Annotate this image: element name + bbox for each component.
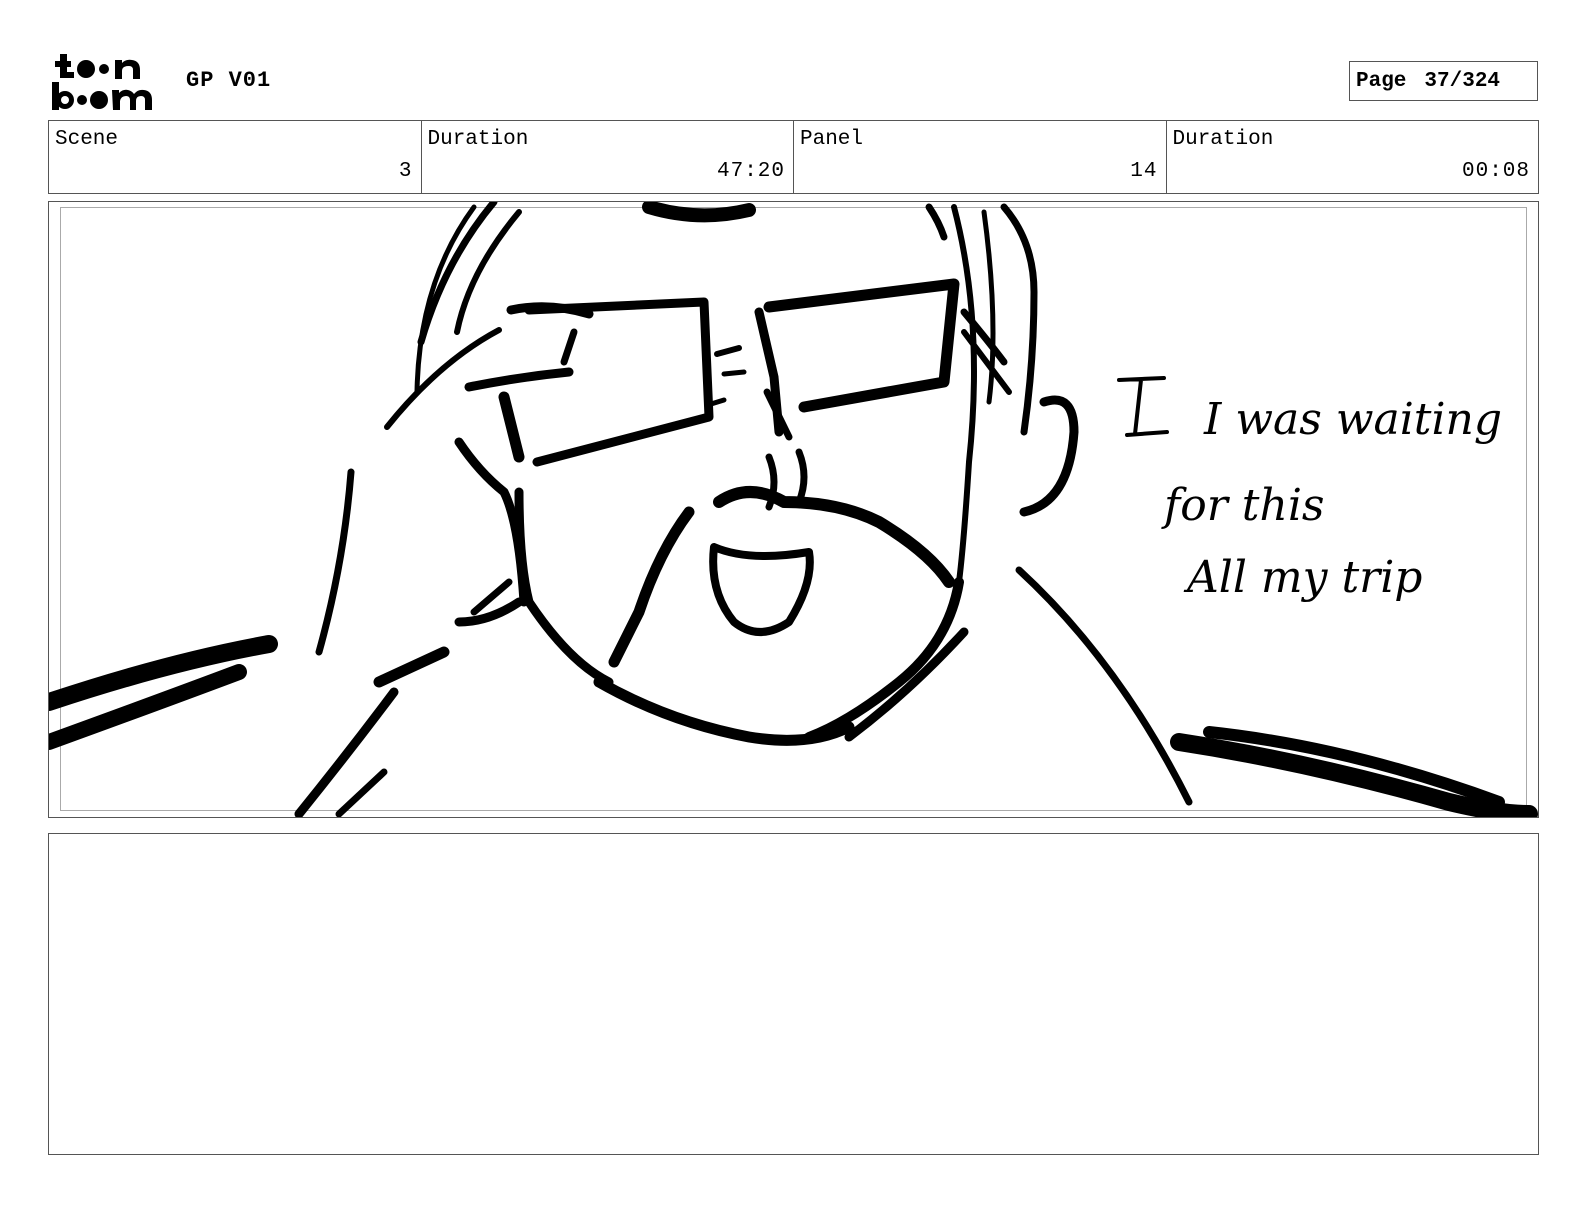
panel-value: 14	[1130, 160, 1158, 183]
scene-duration-cell: Duration 47:20	[422, 121, 794, 193]
page-label: Page	[1356, 69, 1407, 93]
scene-cell: Scene 3	[49, 121, 422, 193]
page-indicator: Page 37/324	[1349, 61, 1538, 101]
project-title: GP V01	[186, 68, 272, 93]
dialogue-line-2: for this	[1161, 480, 1324, 531]
dialogue-line-3: All my trip	[1183, 552, 1422, 603]
scene-duration-label: Duration	[427, 128, 529, 151]
panel-duration-label: Duration	[1172, 128, 1274, 151]
panel-duration-value: 00:08	[1461, 160, 1530, 183]
scene-label: Scene	[55, 128, 119, 151]
panel-notes-box	[48, 833, 1539, 1155]
scene-duration-value: 47:20	[716, 160, 785, 183]
panel-duration-cell: Duration 00:08	[1167, 121, 1539, 193]
dialogue-line-1: I was waiting	[1203, 394, 1502, 445]
storyboard-panel: I was waiting for this All my trip	[48, 201, 1539, 818]
panel-sketch: I was waiting for this All my trip	[49, 202, 1538, 817]
panel-info-row: Scene 3 Duration 47:20 Panel 14 Duration…	[48, 120, 1539, 194]
scene-value: 3	[398, 160, 413, 183]
panel-label: Panel	[800, 128, 864, 151]
page-number: 37/324	[1424, 69, 1501, 93]
panel-cell: Panel 14	[794, 121, 1167, 193]
toonboom-logo	[52, 54, 152, 110]
